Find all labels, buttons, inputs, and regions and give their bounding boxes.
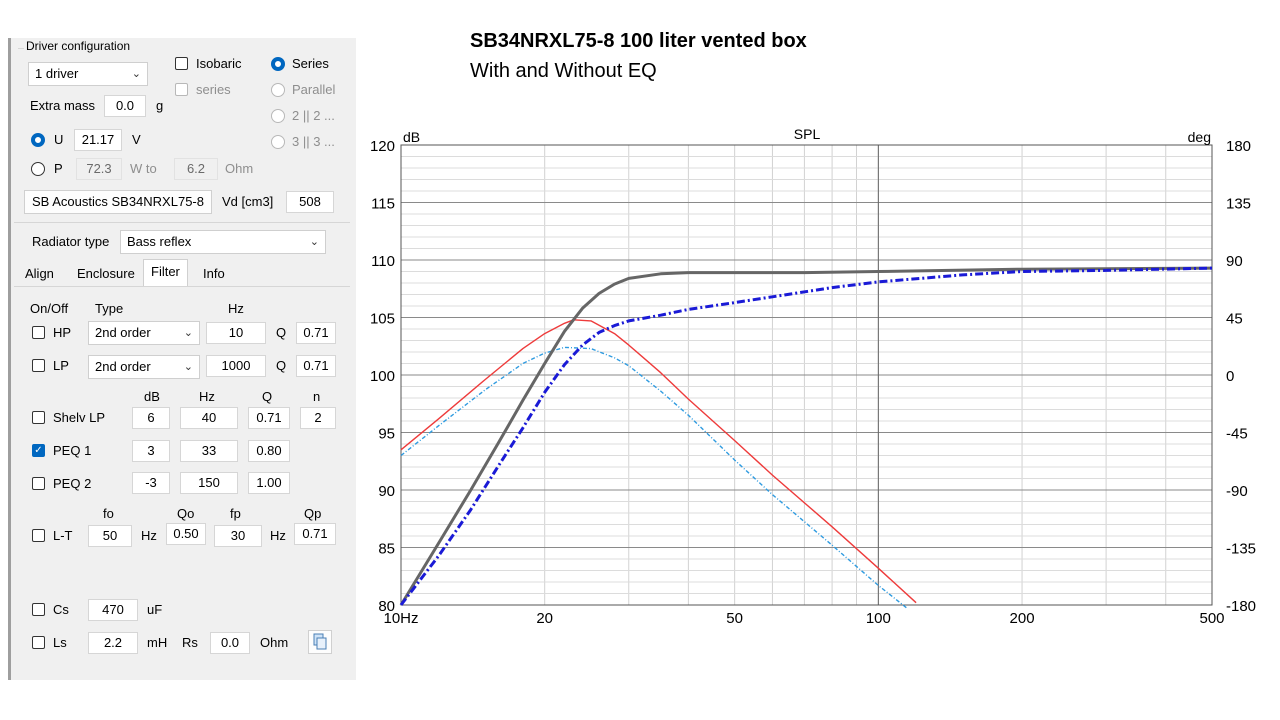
y-tick-label: 95 [378, 426, 395, 443]
right-axis-unit: deg [1188, 129, 1211, 145]
chart-series [399, 266, 1213, 609]
x-tick-label: 50 [726, 610, 743, 627]
y-tick-label: 100 [370, 368, 395, 385]
y2-tick-label: -135 [1226, 541, 1256, 558]
y2-tick-label: 90 [1226, 253, 1243, 270]
y2-tick-label: 135 [1226, 196, 1251, 213]
chart-grid [400, 145, 1213, 605]
x-tick-label: 200 [1010, 610, 1035, 627]
y-tick-label: 120 [370, 138, 395, 155]
spl-chart: 10Hz 20 50 100 200 50080859095100105110115120… [370, 126, 1256, 627]
y2-tick-label: 0 [1226, 368, 1234, 385]
x-tick-label: 500 [1199, 610, 1224, 627]
y-tick-label: 85 [378, 541, 395, 558]
y2-tick-label: 45 [1226, 311, 1243, 328]
series-line-1 [400, 319, 917, 604]
series-line-4 [399, 266, 1213, 606]
left-axis-unit: dB [403, 129, 420, 145]
y2-tick-label: 180 [1226, 138, 1251, 155]
series-line-3 [399, 266, 1213, 606]
y2-tick-label: -45 [1226, 426, 1248, 443]
x-tick-label: 20 [536, 610, 553, 627]
chart-ticks: 10Hz 20 50 100 200 50080859095100105110115120… [370, 138, 1256, 627]
y2-tick-label: -180 [1226, 598, 1256, 615]
chart-spl-title: SPL [794, 126, 821, 142]
y-tick-label: 115 [371, 196, 395, 213]
y-tick-label: 105 [370, 311, 395, 328]
y-tick-label: 80 [378, 598, 395, 615]
x-tick-label: 100 [866, 610, 891, 627]
y-tick-label: 90 [378, 483, 395, 500]
y2-tick-label: -90 [1226, 483, 1248, 500]
y-tick-label: 110 [371, 253, 395, 270]
